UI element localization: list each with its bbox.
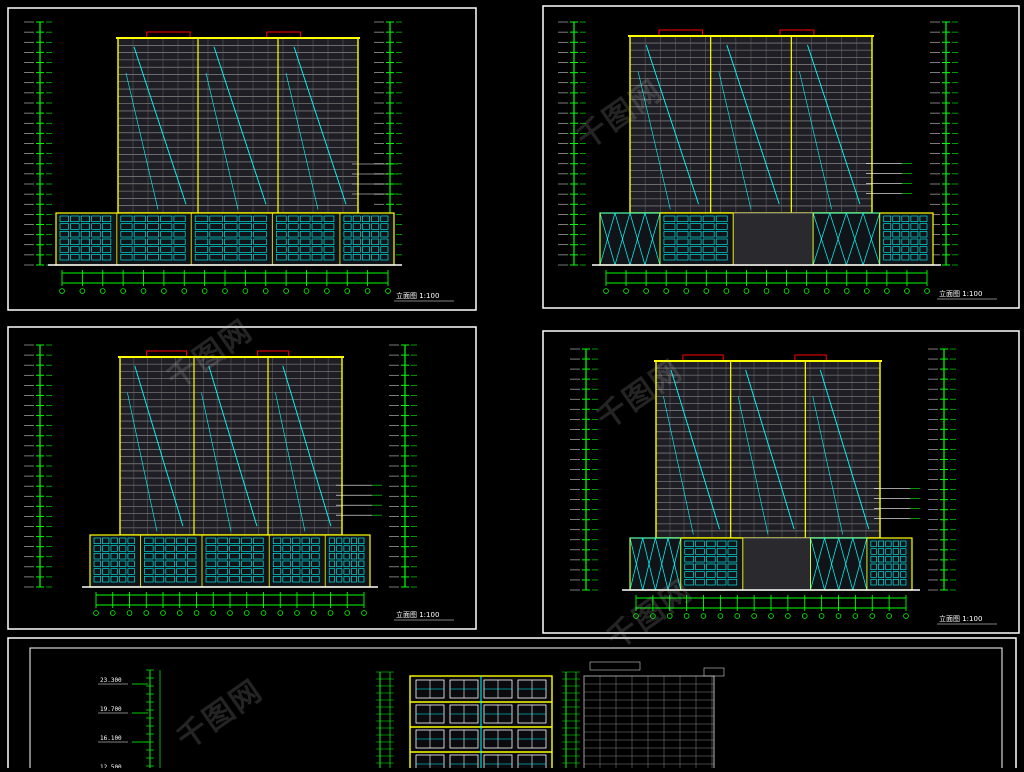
axis-bubble [227,610,233,616]
axis-bubble [327,610,334,616]
axis-bubble [768,613,774,619]
axis-bubble [650,613,656,619]
level-label: 23.300 [100,677,122,684]
axis-bubble [924,288,930,294]
axis-bubble [99,288,106,294]
axis-bubble [176,610,183,616]
axis-bubble [683,288,690,294]
sheet-title: 立面图 1:100 [939,289,982,298]
cad-canvas: 立面图 1:100 立面图 1:100 立面图 1:100 立面图 1:100 23.3… [0,0,1024,772]
axis-bubble [303,288,310,294]
elevation-sheet-2: 立面图 1:100 [542,5,1020,309]
axis-bubble [243,610,250,616]
axis-bubble [734,613,741,619]
level-label: 12.500 [100,764,122,768]
axis-bubble [140,288,147,294]
axis-bubble [643,288,649,294]
axis-bubble [843,288,850,294]
axis-bubble [385,288,391,294]
axis-bubble [886,613,892,619]
axis-bubble [864,288,870,294]
grid-label-box [589,661,641,671]
axis-bubble [801,613,808,619]
sheet-title: 立面图 1:100 [939,614,982,623]
cad-drawing: 立面图 1:100 立面图 1:100 立面图 1:100 立面图 1:100 23.3… [7,5,1020,772]
elevation-sheet-3: 立面图 1:100 [7,326,477,630]
axis-bubble [869,613,876,619]
axis-bubble [344,288,351,294]
axis-bubble [763,288,770,294]
axis-bubble [823,288,830,294]
detail-sheet: 23.300 19.700 16.100 12.500 [7,637,1017,772]
axis-bubble [884,288,890,294]
axis-bubble [161,288,167,294]
axis-bubble [783,288,790,294]
axis-bubble [818,613,825,619]
axis-bubble [193,610,200,616]
axis-bubble [210,610,217,616]
axis-bubble [666,613,673,619]
level-label: 16.100 [100,735,122,742]
axis-bubble [835,613,842,619]
axis-bubble [663,288,669,294]
axis-bubble [903,613,909,619]
axis-bubble [361,610,367,616]
axis-bubble [344,610,351,616]
sheet-title: 立面图 1:100 [396,291,439,300]
axis-bubble [79,288,86,294]
axis-bubble [120,288,126,294]
axis-bubble [623,288,629,294]
grid-label-box [703,667,725,677]
axis-bubble [364,288,371,294]
axis-bubble [603,288,609,294]
axis-bubble [109,610,116,616]
axis-bubble [310,610,317,616]
axis-bubble [143,610,150,616]
axis-bubble [785,613,791,619]
axis-bubble [160,610,166,616]
elevation-sheet-4: 立面图 1:100 [542,330,1020,634]
sheet-title: 立面图 1:100 [396,610,439,619]
axis-bubble [803,288,810,294]
axis-bubble [242,288,249,294]
podium-bay [732,212,814,266]
axis-bubble [93,610,99,616]
podium-bay [742,537,811,591]
axis-bubble [633,613,639,619]
axis-bubble [723,288,730,294]
axis-bubble [201,288,208,294]
axis-bubble [324,288,330,294]
axis-bubble [717,613,724,619]
elevation-sheet-1: 立面图 1:100 [7,7,477,311]
axis-bubble [700,613,707,619]
axis-bubble [260,610,267,616]
axis-bubble [743,288,750,294]
axis-bubble [904,288,910,294]
axis-bubble [703,288,710,294]
axis-bubble [126,610,133,616]
axis-bubble [222,288,228,294]
axis-bubble [277,610,284,616]
axis-bubble [59,288,65,294]
level-label: 19.700 [100,706,122,713]
axis-bubble [283,288,289,294]
structure-grid [583,675,715,772]
axis-bubble [683,613,690,619]
axis-bubble [294,610,300,616]
axis-bubble [262,288,269,294]
axis-bubble [751,613,757,619]
axis-bubble [181,288,188,294]
axis-bubble [852,613,859,619]
